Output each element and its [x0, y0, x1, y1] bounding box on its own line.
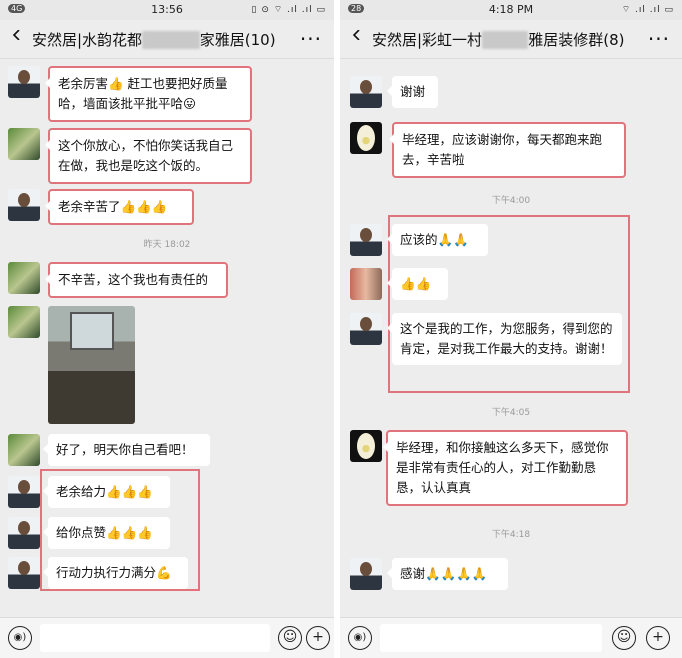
back-icon[interactable] — [352, 30, 362, 40]
message-bubble[interactable]: 行动力执行力满分💪 — [43, 557, 188, 589]
plus-icon[interactable]: + — [306, 626, 330, 650]
title-prefix: 安然居|彩虹一村 — [372, 31, 483, 49]
avatar[interactable] — [8, 128, 40, 160]
avatar[interactable] — [8, 557, 40, 589]
avatar[interactable] — [350, 268, 382, 300]
message-bubble[interactable]: 这个你放心，不怕你笑话我自己在做，我也是吃这个饭的。 — [45, 128, 252, 184]
voice-icon[interactable]: ◉) — [348, 626, 372, 650]
timestamp: 下午4:05 — [491, 408, 531, 418]
more-icon[interactable]: ··· — [300, 27, 322, 51]
group-title: 安然居|彩虹一村▇▇▇▇雅居装修群(8) — [372, 29, 624, 50]
avatar[interactable] — [8, 262, 40, 294]
message-bubble[interactable]: 毕经理，应该谢谢你，每天都跑来跑去，辛苦啦 — [389, 122, 626, 178]
message-bubble[interactable]: 给你点赞👍👍👍 — [43, 517, 170, 549]
title-redacted: ▇▇▇▇▇ — [142, 31, 200, 49]
photo-window — [70, 312, 114, 350]
status-bar: 28 4:18 PM ⌔ .ıl .ıl ▭ — [340, 0, 682, 20]
right-chat-screen: 28 4:18 PM ⌔ .ıl .ıl ▭ 安然居|彩虹一村▇▇▇▇雅居装修群… — [340, 0, 682, 658]
group-title: 安然居|水韵花都▇▇▇▇▇家雅居(10) — [32, 29, 276, 50]
message-bubble[interactable]: 不辛苦，这个我也有责任的 — [45, 262, 228, 298]
title-suffix: 雅居装修群(8) — [528, 31, 625, 49]
avatar[interactable] — [8, 66, 40, 98]
left-chat-screen: 4G 13:56 ▯ ⊙ ⌔ .ıl .ıl ▭ 安然居|水韵花都▇▇▇▇▇家雅… — [0, 0, 334, 658]
voice-icon[interactable]: ◉) — [8, 626, 32, 650]
message-bubble[interactable]: 👍👍 — [387, 268, 448, 300]
avatar[interactable] — [8, 517, 40, 549]
message-bubble[interactable]: 老余辛苦了👍👍👍 — [45, 189, 194, 225]
more-icon[interactable]: ··· — [648, 27, 670, 51]
avatar[interactable] — [350, 76, 382, 108]
avatar[interactable] — [8, 189, 40, 221]
timestamp: 下午4:00 — [491, 196, 531, 206]
emoji-icon[interactable]: ☺ — [612, 626, 636, 650]
timestamp: 下午4:18 — [491, 530, 531, 540]
message-bubble[interactable]: 老余厉害👍 赶工也要把好质量哈，墙面该批平批平哈😛 — [45, 66, 252, 122]
message-bubble[interactable]: 老余给力👍👍👍 — [43, 476, 170, 508]
avatar[interactable] — [350, 558, 382, 590]
avatar[interactable] — [350, 430, 382, 462]
title-suffix: 家雅居(10) — [199, 31, 276, 49]
message-bubble[interactable]: 好了，明天你自己看吧！ — [43, 434, 210, 466]
avatar[interactable] — [350, 224, 382, 256]
message-bubble[interactable]: 这个是我的工作，为您服务，得到您的肯定，是对我工作最大的支持。谢谢！ — [387, 313, 622, 365]
status-icons: ▯ ⊙ ⌔ .ıl .ıl ▭ — [251, 5, 326, 15]
avatar[interactable] — [8, 306, 40, 338]
message-input[interactable] — [40, 624, 270, 652]
timestamp: 昨天 18:02 — [143, 240, 191, 250]
avatar[interactable] — [350, 313, 382, 345]
input-bar: ◉) ☺ + — [0, 617, 334, 658]
avatar[interactable] — [350, 122, 382, 154]
emoji-icon[interactable]: ☺ — [278, 626, 302, 650]
photo-message[interactable] — [48, 306, 135, 424]
avatar[interactable] — [8, 476, 40, 508]
back-icon[interactable] — [12, 30, 22, 40]
chat-header: 安然居|水韵花都▇▇▇▇▇家雅居(10) ··· — [0, 20, 334, 59]
message-input[interactable] — [380, 624, 602, 652]
input-bar: ◉) ☺ + — [340, 617, 682, 658]
message-bubble[interactable]: 谢谢 — [387, 76, 438, 108]
status-bar: 4G 13:56 ▯ ⊙ ⌔ .ıl .ıl ▭ — [0, 0, 334, 20]
title-redacted: ▇▇▇▇ — [482, 31, 529, 49]
message-bubble[interactable]: 感谢🙏🙏🙏🙏 — [387, 558, 508, 590]
title-prefix: 安然居|水韵花都 — [32, 31, 143, 49]
avatar[interactable] — [8, 434, 40, 466]
message-bubble[interactable]: 毕经理，和你接触这么多天下，感觉你是非常有责任心的人，对工作勤勤恳恳，认认真真 — [383, 430, 628, 506]
message-bubble[interactable]: 应该的🙏🙏 — [387, 224, 488, 256]
status-icons: ⌔ .ıl .ıl ▭ — [621, 5, 674, 15]
chat-header: 安然居|彩虹一村▇▇▇▇雅居装修群(8) ··· — [340, 20, 682, 59]
plus-icon[interactable]: + — [646, 626, 670, 650]
